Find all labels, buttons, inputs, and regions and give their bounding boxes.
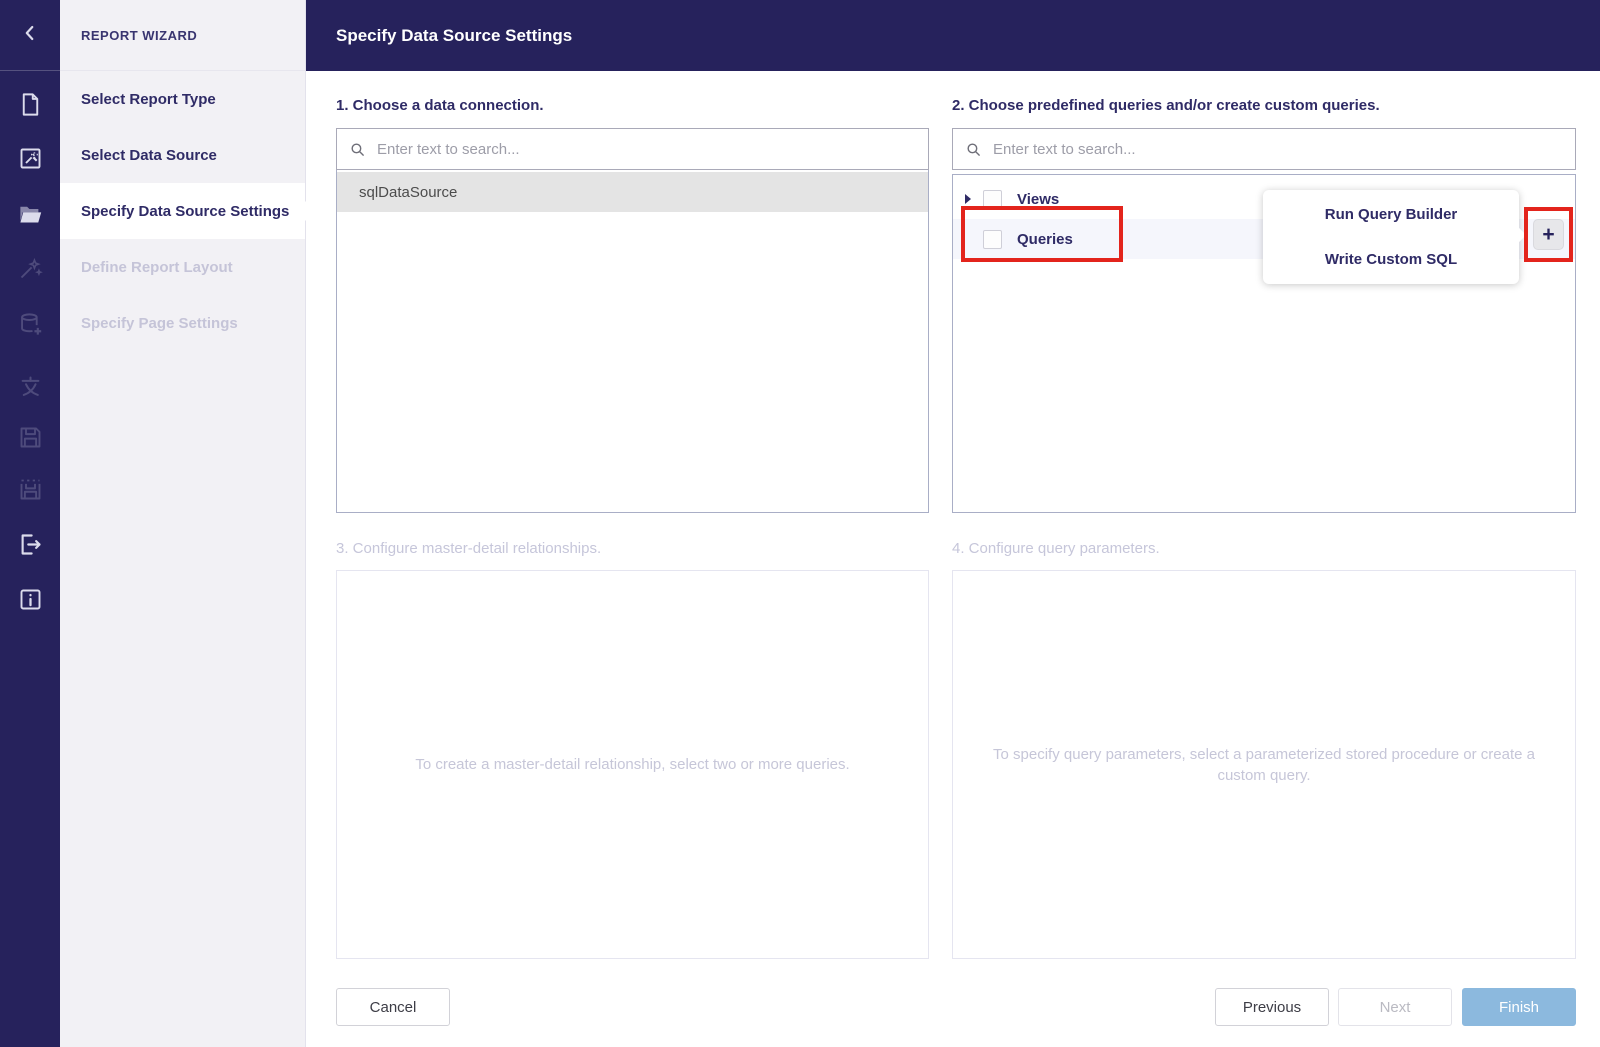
data-source-label: sqlDataSource <box>359 183 458 201</box>
step-label: Select Report Type <box>81 90 216 108</box>
queries-search-box <box>952 128 1576 170</box>
expander-icon[interactable] <box>953 194 983 204</box>
exit-icon <box>17 531 44 563</box>
list-item-sqldatasource[interactable]: sqlDataSource <box>337 172 928 212</box>
about-button[interactable] <box>0 582 60 622</box>
queries-search-input[interactable] <box>993 140 1563 158</box>
next-button: Next <box>1338 988 1452 1026</box>
preview-icon <box>17 145 44 177</box>
info-icon <box>17 586 44 618</box>
wizard-title: REPORT WIZARD <box>60 0 305 71</box>
exit-button[interactable] <box>0 527 60 567</box>
previous-button[interactable]: Previous <box>1215 988 1329 1026</box>
open-report-button[interactable] <box>0 196 60 236</box>
collapse-menu-button[interactable] <box>0 0 60 71</box>
magic-wand-icon <box>17 255 44 287</box>
finish-button[interactable]: Finish <box>1462 988 1576 1026</box>
save-icon <box>17 424 44 456</box>
toolbar-rail <box>0 0 60 1047</box>
preview-button[interactable] <box>0 141 60 181</box>
page-title: Specify Data Source Settings <box>336 25 573 45</box>
step-specify-data-source-settings[interactable]: Specify Data Source Settings <box>60 183 315 239</box>
step-label: Select Data Source <box>81 146 217 164</box>
search-icon <box>351 142 364 156</box>
open-folder-icon <box>17 200 44 232</box>
views-checkbox[interactable] <box>983 189 1002 209</box>
tree-label: Queries <box>1017 230 1073 248</box>
new-report-icon <box>17 91 44 123</box>
design-in-wizard-button <box>0 251 60 291</box>
connection-list: sqlDataSource <box>336 170 929 513</box>
save-button <box>0 420 60 460</box>
step-label: Specify Data Source Settings <box>81 202 290 220</box>
add-query-button[interactable]: + <box>1533 219 1564 250</box>
menu-item-run-query-builder[interactable]: Run Query Builder <box>1263 195 1519 235</box>
tree-label: Views <box>1017 190 1060 208</box>
connection-search-input[interactable] <box>377 140 916 158</box>
step-select-data-source[interactable]: Select Data Source <box>60 127 305 183</box>
step-define-report-layout: Define Report Layout <box>60 239 305 295</box>
new-report-button[interactable] <box>0 87 60 127</box>
master-detail-placeholder: To create a master-detail relationship, … <box>415 756 850 773</box>
page-header: Specify Data Source Settings <box>306 0 1600 71</box>
master-detail-panel: To create a master-detail relationship, … <box>336 570 929 959</box>
section-3-title: 3. Configure master-detail relationships… <box>336 540 602 557</box>
menu-item-write-custom-sql[interactable]: Write Custom SQL <box>1263 239 1519 279</box>
queries-checkbox[interactable] <box>983 229 1002 249</box>
query-parameters-panel: To specify query parameters, select a pa… <box>952 570 1576 959</box>
cancel-button[interactable]: Cancel <box>336 988 450 1026</box>
step-label: Specify Page Settings <box>81 314 238 332</box>
wizard-sidebar: REPORT WIZARD Select Report Type Select … <box>60 0 315 1047</box>
section-1-title: 1. Choose a data connection. <box>336 97 544 114</box>
step-select-report-type[interactable]: Select Report Type <box>60 71 305 127</box>
chevron-left-icon <box>19 22 41 49</box>
query-parameters-placeholder: To specify query parameters, select a pa… <box>993 745 1535 784</box>
localization-button <box>0 369 60 409</box>
search-icon <box>967 142 980 156</box>
step-label: Define Report Layout <box>81 258 233 276</box>
add-query-popup-menu: Run Query Builder Write Custom SQL <box>1263 190 1519 284</box>
add-data-source-button <box>0 307 60 347</box>
main-panel: Specify Data Source Settings 1. Choose a… <box>306 0 1600 1047</box>
connection-search-box <box>336 128 929 170</box>
section-2-title: 2. Choose predefined queries and/or crea… <box>952 97 1380 114</box>
localization-icon <box>17 373 44 405</box>
section-4-title: 4. Configure query parameters. <box>952 540 1160 557</box>
step-specify-page-settings: Specify Page Settings <box>60 295 305 351</box>
database-add-icon <box>17 311 44 343</box>
save-as-button <box>0 472 60 512</box>
save-as-icon <box>17 476 44 508</box>
